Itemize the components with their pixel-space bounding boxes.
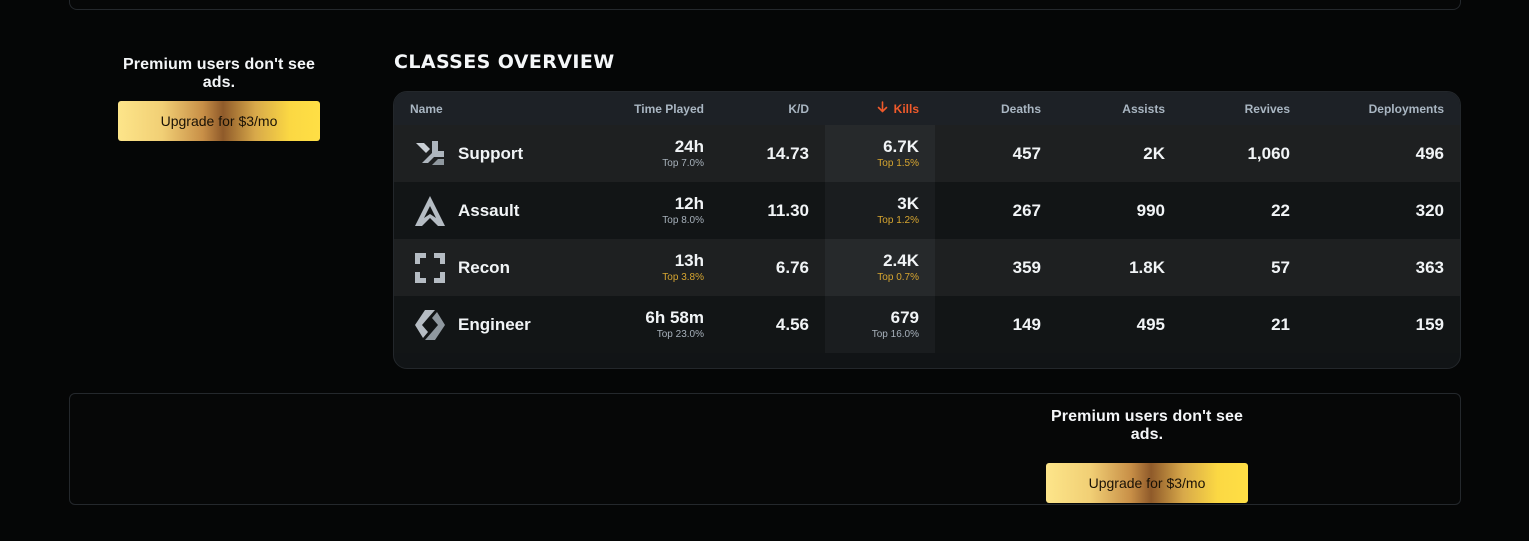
header-revives[interactable]: Revives — [1181, 92, 1306, 125]
page: Premium users don't see ads. Upgrade for… — [0, 0, 1529, 541]
kd-cell: 11.30 — [767, 200, 809, 220]
table-row[interactable]: Engineer 6h 58m Top 23.0% 4.56 679 Top 16.… — [394, 296, 1460, 353]
table-header-row: Name Time Played K/D Kills Deaths Assist… — [394, 92, 1460, 125]
classes-table: Name Time Played K/D Kills Deaths Assist… — [394, 92, 1460, 353]
upgrade-button-bottom[interactable]: Upgrade for $3/mo — [1046, 463, 1248, 503]
header-kd[interactable]: K/D — [720, 92, 825, 125]
ad-bottom: Premium users don't see ads. Upgrade for… — [1036, 408, 1258, 503]
deployments-cell: 496 — [1415, 143, 1444, 163]
deaths-cell: 149 — [1012, 314, 1041, 334]
section-title: CLASSES OVERVIEW — [394, 51, 615, 73]
kills-cell: 6.7K Top 1.5% — [825, 125, 935, 182]
time-played-cell: 6h 58m Top 23.0% — [645, 307, 704, 340]
kills-cell: 679 Top 16.0% — [825, 296, 935, 353]
kd-cell: 6.76 — [775, 257, 809, 277]
upgrade-button-left[interactable]: Upgrade for $3/mo — [118, 101, 320, 141]
kills-cell: 3K Top 1.2% — [825, 182, 935, 239]
header-name[interactable]: Name — [394, 92, 564, 125]
engineer-class-icon — [413, 308, 447, 342]
deployments-cell: 159 — [1415, 314, 1444, 334]
header-time-played[interactable]: Time Played — [564, 92, 720, 125]
revives-cell: 1,060 — [1247, 143, 1290, 163]
class-name: Recon — [458, 257, 510, 277]
deployments-cell: 320 — [1415, 200, 1444, 220]
assists-cell: 990 — [1136, 200, 1165, 220]
table-row[interactable]: Support 24h Top 7.0% 14.73 6.7K Top 1.5% 4… — [394, 125, 1460, 182]
header-deployments[interactable]: Deployments — [1306, 92, 1460, 125]
assists-cell: 495 — [1136, 314, 1165, 334]
kd-cell: 14.73 — [766, 143, 809, 163]
deaths-cell: 457 — [1012, 143, 1041, 163]
revives-cell: 57 — [1271, 257, 1290, 277]
recon-class-icon — [413, 251, 447, 285]
header-deaths[interactable]: Deaths — [935, 92, 1057, 125]
arrow-down-icon — [877, 101, 888, 116]
table-row[interactable]: Assault 12h Top 8.0% 11.30 3K Top 1.2% 267… — [394, 182, 1460, 239]
kills-cell: 2.4K Top 0.7% — [825, 239, 935, 296]
support-class-icon — [413, 137, 447, 171]
ad-bottom-text: Premium users don't see ads. — [1051, 408, 1243, 443]
header-kills-label: Kills — [893, 102, 919, 116]
time-played-cell: 12h Top 8.0% — [662, 193, 704, 226]
time-played-cell: 13h Top 3.8% — [662, 250, 704, 283]
bottom-ad-card: Premium users don't see ads. Upgrade for… — [69, 393, 1461, 505]
classes-table-card: Name Time Played K/D Kills Deaths Assist… — [393, 91, 1461, 369]
deployments-cell: 363 — [1415, 257, 1444, 277]
class-name: Assault — [458, 200, 520, 220]
class-name-cell: Support — [394, 125, 564, 182]
table-row[interactable]: Recon 13h Top 3.8% 6.76 2.4K Top 0.7% 359 … — [394, 239, 1460, 296]
top-card — [69, 0, 1461, 10]
class-name: Support — [458, 143, 524, 163]
ad-left-text: Premium users don't see ads. — [123, 56, 315, 91]
class-name: Engineer — [458, 314, 531, 334]
revives-cell: 22 — [1271, 200, 1290, 220]
time-played-cell: 24h Top 7.0% — [662, 136, 704, 169]
assault-class-icon — [413, 194, 447, 228]
assists-cell: 1.8K — [1129, 257, 1165, 277]
header-kills[interactable]: Kills — [825, 92, 935, 125]
class-name-cell: Recon — [394, 239, 564, 296]
class-name-cell: Engineer — [394, 296, 564, 353]
header-assists[interactable]: Assists — [1057, 92, 1181, 125]
kd-cell: 4.56 — [775, 314, 809, 334]
deaths-cell: 267 — [1012, 200, 1041, 220]
revives-cell: 21 — [1271, 314, 1290, 334]
class-name-cell: Assault — [394, 182, 564, 239]
deaths-cell: 359 — [1012, 257, 1041, 277]
ad-left: Premium users don't see ads. Upgrade for… — [108, 56, 330, 141]
assists-cell: 2K — [1143, 143, 1165, 163]
